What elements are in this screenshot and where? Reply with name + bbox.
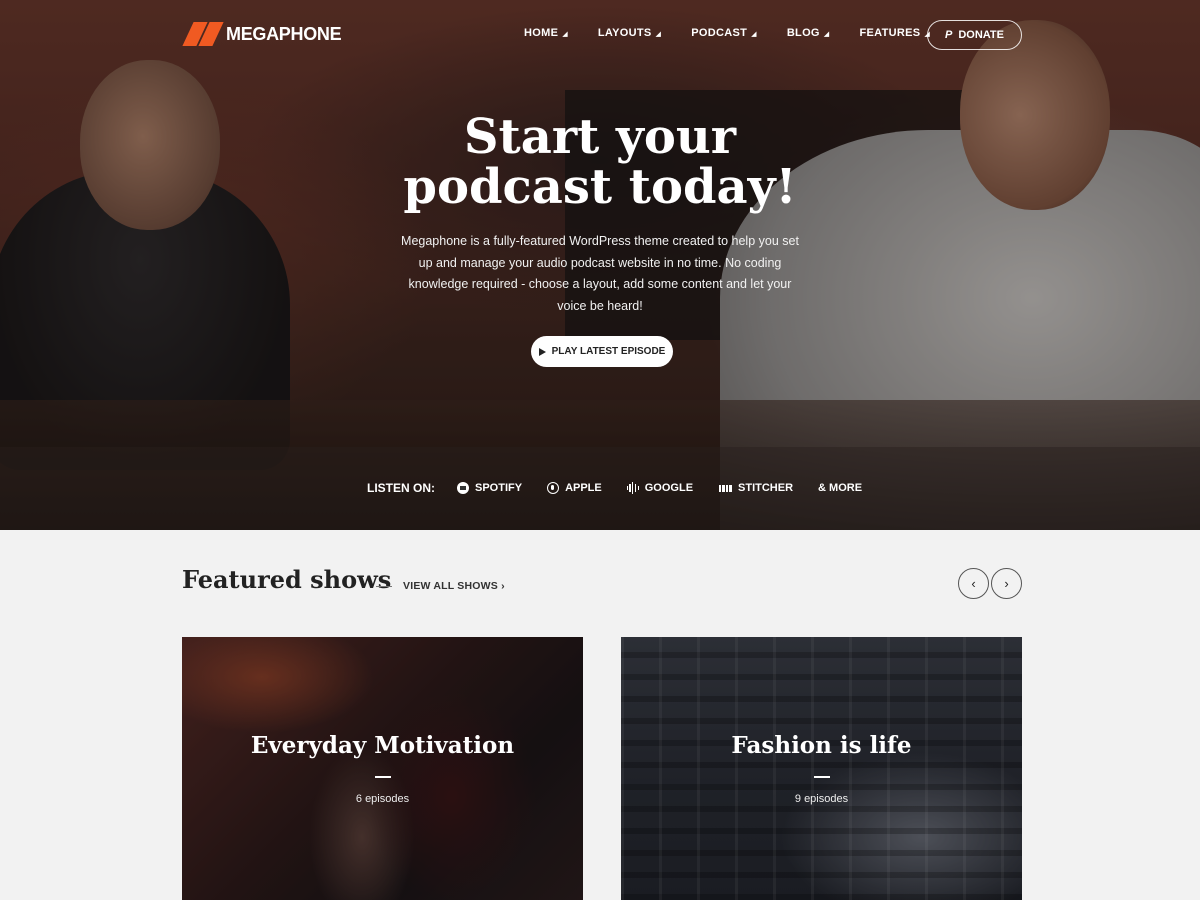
platform-label: SPOTIFY <box>475 482 523 494</box>
google-podcast-icon <box>626 482 639 494</box>
play-latest-episode-button[interactable]: PLAY LATEST EPISODE <box>531 336 673 367</box>
menu-item-label: HOME <box>524 27 559 39</box>
paypal-icon: P <box>945 29 953 41</box>
platform-more-link[interactable]: & MORE <box>818 482 862 494</box>
chevron-left-icon: ‹ <box>971 576 976 591</box>
menu-item-podcast[interactable]: PODCAST ◢ <box>691 27 757 39</box>
platform-stitcher-link[interactable]: STITCHER <box>718 482 793 494</box>
top-navigation: MEGAPHONE HOME ◢ LAYOUTS ◢ PODCAST ◢ BLO… <box>0 0 1200 70</box>
donate-label: DONATE <box>958 29 1004 41</box>
platform-spotify-link[interactable]: SPOTIFY <box>457 482 522 494</box>
menu-item-label: LAYOUTS <box>597 27 652 39</box>
menu-item-blog[interactable]: BLOG ◢ <box>787 27 830 39</box>
carousel-prev-button[interactable]: ‹ <box>958 568 989 599</box>
hero-title-line-1: Start your <box>463 109 737 165</box>
show-title: Fashion is life <box>731 732 912 759</box>
caret-down-icon: ◢ <box>751 31 757 38</box>
card-overlay <box>182 637 583 900</box>
platform-label: STITCHER <box>738 482 794 494</box>
card-overlay <box>621 637 1022 900</box>
card-divider <box>814 776 830 778</box>
spotify-icon <box>457 482 469 494</box>
listen-on-bar: LISTEN ON: SPOTIFY APPLE GOOGLE STITCHER <box>0 447 1200 530</box>
platform-label: APPLE <box>565 482 602 494</box>
donate-button[interactable]: P DONATE <box>927 20 1022 50</box>
caret-down-icon: ◢ <box>562 31 568 38</box>
hero-description: Megaphone is a fully-featured WordPress … <box>401 234 799 313</box>
caret-down-icon: ◢ <box>655 31 662 38</box>
hero-title-line-2: podcast today! <box>403 159 797 215</box>
site-name: MEGAPHONE <box>226 23 342 44</box>
show-card[interactable]: Everyday Motivation 6 episodes <box>182 637 583 900</box>
platform-apple-link[interactable]: APPLE <box>547 482 602 494</box>
platform-google-link[interactable]: GOOGLE <box>626 482 694 494</box>
menu-item-home[interactable]: HOME ◢ <box>524 27 568 39</box>
stitcher-icon <box>718 482 732 494</box>
menu-item-label: PODCAST <box>691 27 748 39</box>
view-all-shows-link[interactable]: VIEW ALL SHOWS › <box>403 580 505 592</box>
carousel-next-button[interactable]: › <box>991 568 1022 599</box>
menu-item-layouts[interactable]: LAYOUTS ◢ <box>598 27 661 39</box>
show-episode-count: 9 episodes <box>794 793 849 805</box>
caret-down-icon: ◢ <box>823 31 830 38</box>
menu-item-label: FEATURES <box>859 27 921 39</box>
featured-shows-title: Featured shows <box>182 565 392 594</box>
site-logo[interactable]: MEGAPHONE <box>182 22 342 46</box>
apple-podcast-icon <box>547 482 560 494</box>
platform-label: & MORE <box>818 482 863 494</box>
listen-on-label: LISTEN ON: <box>367 481 435 495</box>
hero-section: MEGAPHONE HOME ◢ LAYOUTS ◢ PODCAST ◢ BLO… <box>0 0 1200 530</box>
play-icon <box>538 347 546 356</box>
megaphone-logo-icon <box>182 22 224 46</box>
title-divider <box>376 586 392 587</box>
show-episode-count: 6 episodes <box>355 793 410 805</box>
menu-item-features[interactable]: FEATURES ◢ <box>859 27 930 39</box>
hero-title: Start your podcast today! <box>300 112 900 212</box>
menu-item-label: BLOG <box>786 27 820 39</box>
show-title: Everyday Motivation <box>250 732 515 759</box>
play-label: PLAY LATEST EPISODE <box>551 346 666 357</box>
show-card[interactable]: Fashion is life 9 episodes <box>621 637 1022 900</box>
platform-label: GOOGLE <box>644 482 694 494</box>
chevron-right-icon: › <box>1004 576 1009 591</box>
main-menu: HOME ◢ LAYOUTS ◢ PODCAST ◢ BLOG ◢ FEATUR… <box>524 27 960 39</box>
card-divider <box>375 776 391 778</box>
